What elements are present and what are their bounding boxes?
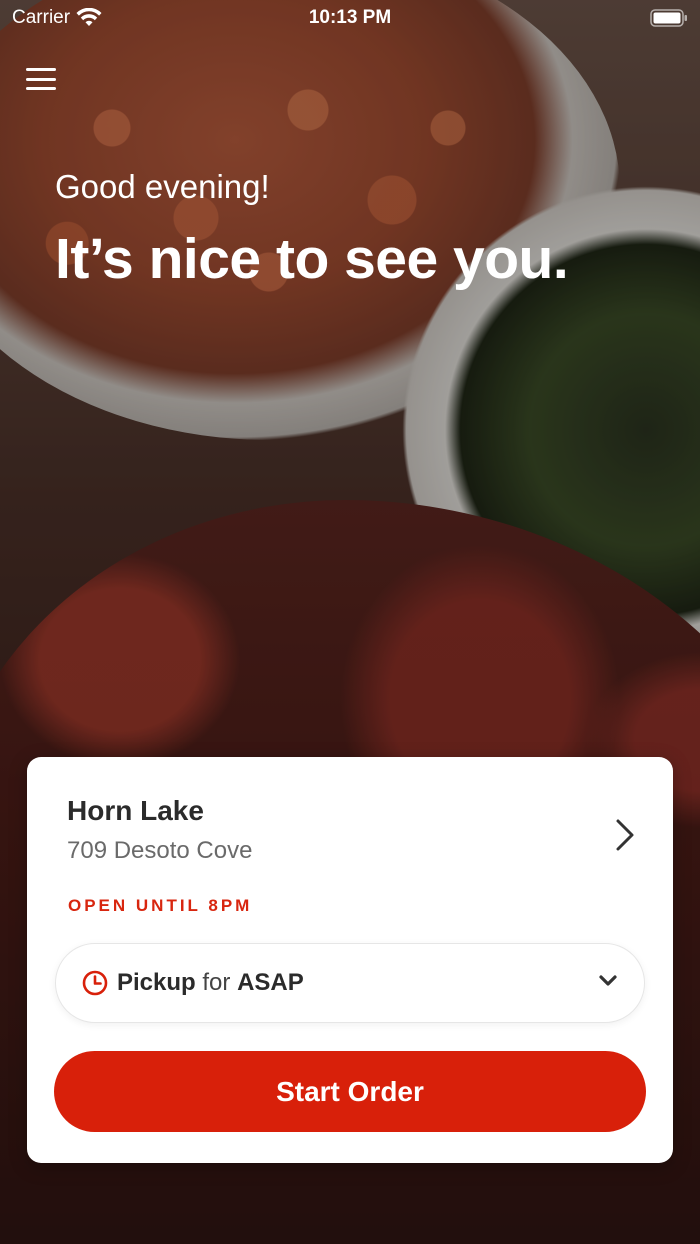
greeting-text: Good evening!: [55, 168, 270, 205]
order-connector: for: [202, 969, 231, 996]
order-type-dropdown[interactable]: Pickup for ASAP: [55, 943, 645, 1023]
store-hours-badge: OPEN UNTIL 8PM: [68, 896, 253, 915]
menu-line: [26, 87, 56, 90]
store-selector[interactable]: Horn Lake 709 Desoto Cove: [67, 795, 637, 875]
chevron-down-icon: [599, 975, 617, 986]
order-type-label: Pickup: [117, 969, 196, 996]
battery-icon: [650, 9, 688, 27]
menu-line: [26, 77, 56, 81]
clock-icon: [82, 970, 108, 996]
store-address: 709 Desoto Cove: [67, 837, 253, 864]
chevron-right-icon: [616, 819, 634, 851]
start-order-button[interactable]: Start Order: [54, 1051, 646, 1132]
status-time: 10:13 PM: [308, 7, 392, 28]
menu-line: [26, 68, 56, 71]
hamburger-menu-icon[interactable]: [26, 66, 56, 92]
store-name: Horn Lake: [67, 795, 204, 826]
order-time-label: ASAP: [237, 969, 304, 996]
status-bar: Carrier 10:13 PM: [0, 0, 700, 36]
store-card: Horn Lake 709 Desoto Cove OPEN UNTIL 8PM…: [27, 757, 673, 1163]
order-summary: Pickup for ASAP: [117, 969, 304, 997]
headline-text: It’s nice to see you.: [55, 227, 569, 291]
